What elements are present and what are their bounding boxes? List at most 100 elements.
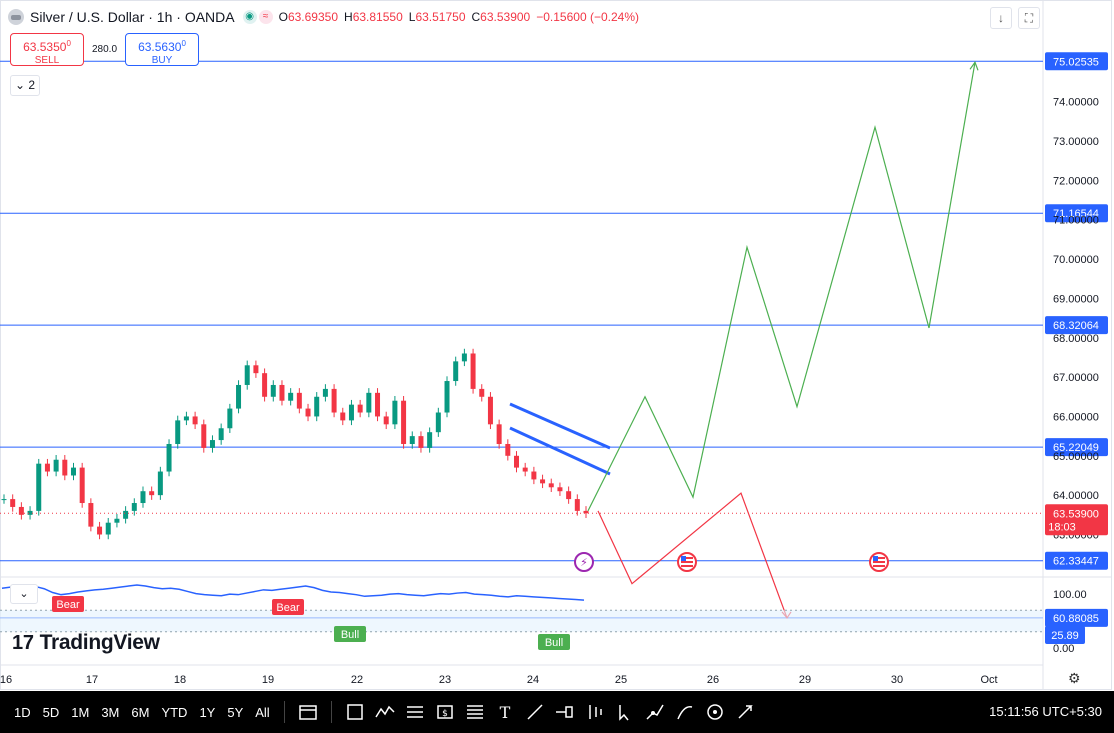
candle[interactable]	[1, 499, 7, 501]
candle[interactable]	[62, 459, 68, 476]
candle[interactable]	[253, 365, 259, 374]
candle[interactable]	[548, 483, 554, 488]
candle[interactable]	[496, 424, 502, 444]
candle[interactable]	[166, 443, 172, 472]
timeframe-3m[interactable]: 3M	[95, 705, 125, 720]
candle[interactable]	[218, 428, 224, 441]
candle[interactable]	[114, 518, 120, 523]
text-tool[interactable]: T	[491, 698, 519, 726]
candle[interactable]	[427, 432, 433, 448]
clock[interactable]: 15:11:56 UTC+5:30	[989, 691, 1102, 733]
candle[interactable]	[470, 353, 476, 389]
bear-signal-badge[interactable]: Bear	[272, 599, 304, 615]
candle[interactable]	[270, 384, 276, 397]
candle[interactable]	[340, 412, 346, 421]
candle[interactable]	[175, 420, 181, 444]
rsi-line[interactable]	[1, 584, 585, 601]
candle[interactable]	[461, 353, 467, 362]
indicator-tool[interactable]	[551, 698, 579, 726]
candle[interactable]	[331, 388, 337, 413]
fullscreen-button[interactable]: ⛶	[1018, 7, 1040, 29]
candle[interactable]	[262, 373, 268, 397]
candle[interactable]	[288, 392, 294, 401]
candle[interactable]	[192, 416, 198, 425]
candle[interactable]	[514, 455, 520, 468]
candle[interactable]	[79, 467, 85, 504]
candle[interactable]	[244, 365, 250, 385]
candle[interactable]	[357, 404, 363, 413]
candle[interactable]	[201, 424, 207, 448]
candle[interactable]	[392, 400, 398, 425]
candle[interactable]	[418, 436, 424, 448]
candle[interactable]	[131, 503, 137, 511]
arrow-tool[interactable]	[731, 698, 759, 726]
candle[interactable]	[375, 392, 381, 417]
long-position-tool[interactable]	[401, 698, 429, 726]
candle[interactable]	[296, 392, 302, 409]
bull-signal-badge[interactable]: Bull	[334, 626, 366, 642]
timeframe-1m[interactable]: 1M	[65, 705, 95, 720]
candle[interactable]	[97, 526, 103, 535]
candle[interactable]	[366, 392, 372, 413]
candle[interactable]	[183, 416, 189, 421]
cursor-tool[interactable]	[611, 698, 639, 726]
candle[interactable]	[279, 384, 285, 401]
scroll-to-latest-button[interactable]: ↓	[990, 7, 1012, 29]
candle[interactable]	[401, 400, 407, 444]
candle[interactable]	[383, 416, 389, 425]
chart-canvas[interactable]: 75.0253571.1654468.3206465.2204962.33447…	[0, 0, 1114, 690]
bullish-projection-path[interactable]	[587, 62, 976, 512]
candle[interactable]	[44, 463, 50, 472]
indicators-collapse-button[interactable]: ⌄ 2	[10, 75, 41, 96]
timeframe-1y[interactable]: 1Y	[193, 705, 221, 720]
candle[interactable]	[157, 471, 163, 496]
candle[interactable]	[348, 404, 354, 421]
candle[interactable]	[305, 408, 311, 417]
buy-button[interactable]: 63.56300 BUY	[125, 33, 199, 66]
bear-signal-badge[interactable]: Bear	[52, 596, 84, 612]
candle[interactable]	[531, 471, 537, 480]
brush-tool[interactable]	[671, 698, 699, 726]
candle[interactable]	[105, 522, 111, 535]
candle[interactable]	[236, 384, 242, 409]
measure-tool[interactable]	[701, 698, 729, 726]
candle[interactable]	[574, 499, 580, 511]
candle[interactable]	[209, 440, 215, 448]
bars-pattern-tool[interactable]	[581, 698, 609, 726]
trend-line-tool[interactable]	[521, 698, 549, 726]
candle[interactable]	[53, 459, 59, 472]
candle[interactable]	[522, 467, 528, 472]
candle[interactable]	[444, 381, 450, 413]
candle[interactable]	[70, 467, 76, 476]
candle[interactable]	[227, 408, 233, 429]
candle[interactable]	[435, 412, 441, 433]
candle[interactable]	[88, 503, 94, 527]
path-tool[interactable]	[641, 698, 669, 726]
candle[interactable]	[557, 487, 563, 492]
candle[interactable]	[140, 491, 146, 504]
candle[interactable]	[453, 361, 459, 382]
candle[interactable]	[566, 491, 572, 500]
date-range-tool[interactable]	[294, 698, 322, 726]
candle[interactable]	[409, 436, 415, 444]
tradingview-logo[interactable]: 17 TradingView	[12, 631, 160, 655]
candle[interactable]	[18, 506, 24, 515]
candle[interactable]	[479, 388, 485, 397]
timeframe-ytd[interactable]: YTD	[155, 705, 193, 720]
fib-tool[interactable]	[461, 698, 489, 726]
candle[interactable]	[540, 479, 546, 484]
sell-button[interactable]: 63.53500 SELL	[10, 33, 84, 66]
candle[interactable]	[487, 396, 493, 425]
bull-signal-badge[interactable]: Bull	[538, 634, 570, 650]
price-range-tool[interactable]: $	[431, 698, 459, 726]
candle[interactable]	[123, 510, 129, 519]
candle[interactable]	[10, 499, 16, 507]
candle[interactable]	[149, 491, 155, 496]
settings-gear-icon[interactable]: ⚙	[1068, 670, 1081, 687]
us-flag-event-icon[interactable]	[869, 552, 889, 572]
timeframe-all[interactable]: All	[249, 705, 275, 720]
candle[interactable]	[36, 463, 42, 511]
timeframe-6m[interactable]: 6M	[125, 705, 155, 720]
timeframe-5d[interactable]: 5D	[37, 705, 66, 720]
pattern-tool[interactable]	[371, 698, 399, 726]
